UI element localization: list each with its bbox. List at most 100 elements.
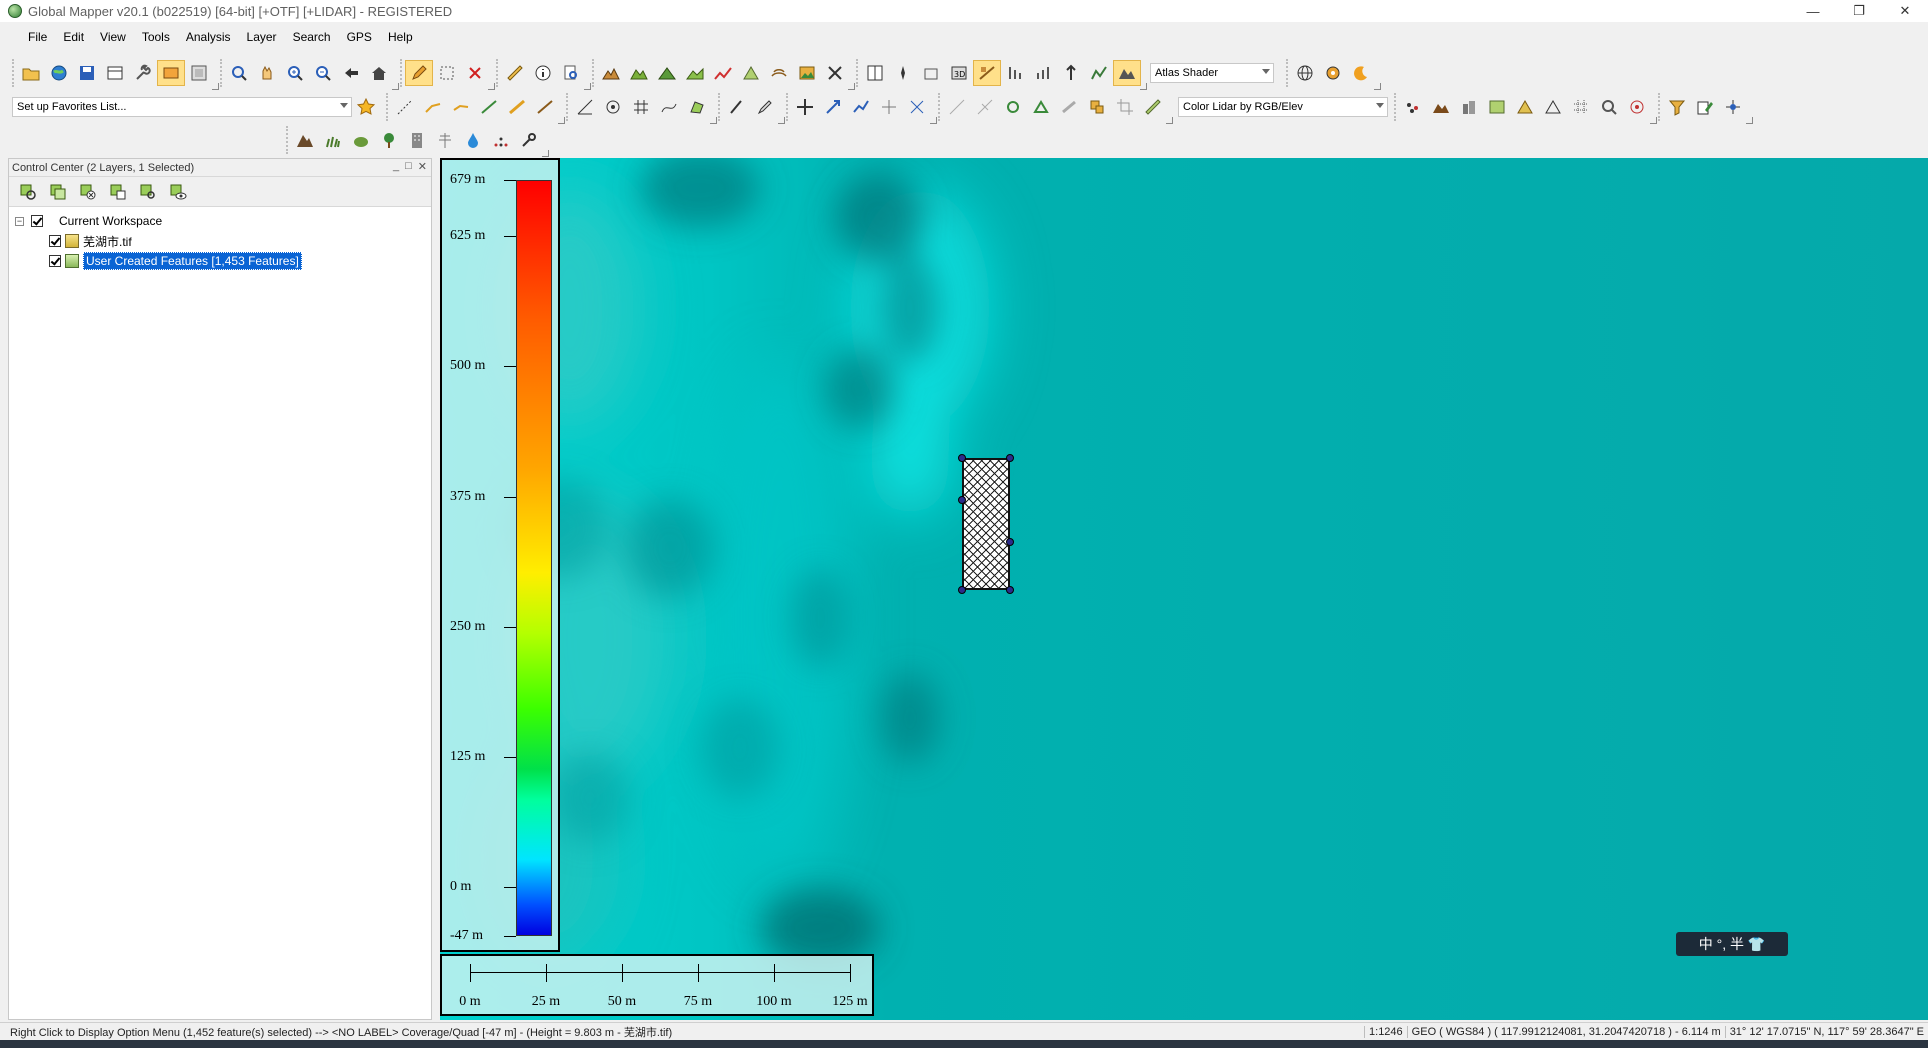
elevation-down-icon[interactable] [1029, 60, 1057, 86]
terrain-icon-4[interactable] [681, 60, 709, 86]
feature-tool-1-icon[interactable] [943, 94, 971, 120]
terrain-icon-3[interactable] [653, 60, 681, 86]
workspace-icon[interactable] [101, 60, 129, 86]
vertex-handle[interactable] [958, 454, 966, 462]
line-tool-2-icon[interactable] [419, 94, 447, 120]
shader-dropdown[interactable]: Atlas Shader [1150, 63, 1274, 83]
vertex-handle[interactable] [1006, 586, 1014, 594]
menu-analysis[interactable]: Analysis [178, 28, 239, 48]
layer-tif-checkbox[interactable] [49, 235, 61, 247]
pan-hand-icon[interactable] [253, 60, 281, 86]
bush-icon[interactable] [347, 127, 375, 153]
minimize-button[interactable]: — [1790, 0, 1836, 22]
line-tool-3-icon[interactable] [447, 94, 475, 120]
ruler-tool-icon[interactable] [1139, 94, 1167, 120]
layer-row-tif[interactable]: 芜湖市.tif [9, 231, 431, 251]
lidar-profile-icon[interactable] [1483, 94, 1511, 120]
raster-image-icon[interactable] [793, 60, 821, 86]
line-tool-6-icon[interactable] [531, 94, 559, 120]
compass-icon[interactable] [889, 60, 917, 86]
save-icon[interactable] [73, 60, 101, 86]
line-tool-5-icon[interactable] [503, 94, 531, 120]
layer-features-checkbox[interactable] [49, 255, 61, 267]
lidar-query-icon[interactable] [1623, 94, 1651, 120]
home-icon[interactable] [365, 60, 393, 86]
split-tool-icon[interactable] [903, 94, 931, 120]
brush-tool-icon[interactable] [723, 94, 751, 120]
vertex-handle[interactable] [958, 496, 966, 504]
lidar-classify-icon[interactable] [1511, 94, 1539, 120]
menu-search[interactable]: Search [285, 28, 339, 48]
search-doc-icon[interactable] [557, 60, 585, 86]
water-drop-icon[interactable] [459, 127, 487, 153]
map-view[interactable]: 679 m 625 m 500 m 375 m 250 m 125 m 0 m -47 m 0… [440, 158, 1928, 1020]
lidar-grid-icon[interactable] [1567, 94, 1595, 120]
vertical-scale-icon[interactable] [1057, 60, 1085, 86]
workspace-checkbox[interactable] [31, 215, 43, 227]
feature-tool-3-icon[interactable] [999, 94, 1027, 120]
globe-data-icon[interactable] [45, 60, 73, 86]
line-tool-4-icon[interactable] [475, 94, 503, 120]
terrain-icon-2[interactable] [625, 60, 653, 86]
vertex-handle[interactable] [958, 586, 966, 594]
lidar-triangle-icon[interactable] [1539, 94, 1567, 120]
vertex-handle[interactable] [1006, 454, 1014, 462]
menu-tools[interactable]: Tools [134, 28, 178, 48]
key-icon[interactable] [515, 127, 543, 153]
reshape-tool-icon[interactable] [847, 94, 875, 120]
building-icon[interactable] [403, 127, 431, 153]
area-tool-icon[interactable] [683, 94, 711, 120]
layout-icon[interactable] [861, 60, 889, 86]
angle-tool-icon[interactable] [571, 94, 599, 120]
points-cloud-icon[interactable] [487, 127, 515, 153]
zoom-select-icon[interactable] [225, 60, 253, 86]
path-profile-icon[interactable] [709, 60, 737, 86]
menu-gps[interactable]: GPS [339, 28, 380, 48]
remove-layer-icon[interactable] [73, 180, 103, 204]
measure-ruler-icon[interactable] [501, 60, 529, 86]
daylight-shade-icon[interactable] [1347, 60, 1375, 86]
restore-button[interactable]: ❐ [1836, 0, 1882, 22]
tree-icon[interactable] [375, 127, 403, 153]
feature-info-icon[interactable] [529, 60, 557, 86]
menu-help[interactable]: Help [380, 28, 421, 48]
powerline-icon[interactable] [431, 127, 459, 153]
lidar-filter-icon[interactable] [1085, 60, 1113, 86]
workspace-row[interactable]: − Current Workspace [9, 211, 431, 231]
collapse-icon[interactable]: − [15, 216, 24, 226]
favorites-star-icon[interactable] [352, 94, 380, 120]
zoom-to-layer-icon[interactable] [133, 180, 163, 204]
settings-gear-icon[interactable] [1319, 60, 1347, 86]
filter-funnel-icon[interactable] [1663, 94, 1691, 120]
edit-attributes-icon[interactable] [1691, 94, 1719, 120]
menu-file[interactable]: File [20, 28, 55, 48]
feature-tool-5-icon[interactable] [1055, 94, 1083, 120]
layer-metadata-icon[interactable] [103, 180, 133, 204]
view-shed-icon[interactable] [737, 60, 765, 86]
hillshade-icon[interactable] [1113, 60, 1141, 86]
edit-tool-icon[interactable] [751, 94, 779, 120]
back-arrow-icon[interactable] [337, 60, 365, 86]
feature-tool-4-icon[interactable] [1027, 94, 1055, 120]
vertex-move-icon[interactable] [875, 94, 903, 120]
favorites-dropdown[interactable]: Set up Favorites List... [12, 97, 352, 117]
move-tool-icon[interactable] [791, 94, 819, 120]
layer-options-icon[interactable] [13, 180, 43, 204]
grid-tool-icon[interactable] [627, 94, 655, 120]
menu-layer[interactable]: Layer [239, 28, 285, 48]
grass-icon[interactable] [319, 127, 347, 153]
menu-view[interactable]: View [92, 28, 134, 48]
lidar-color-dropdown[interactable]: Color Lidar by RGB/Elev [1178, 97, 1388, 117]
network-tool-icon[interactable] [1719, 94, 1747, 120]
crop-tool-icon[interactable] [1111, 94, 1139, 120]
tool-cross-icon[interactable] [821, 60, 849, 86]
overlay-control-icon[interactable] [157, 60, 185, 86]
open-folder-icon[interactable] [17, 60, 45, 86]
zoom-in-icon[interactable] [281, 60, 309, 86]
map-layout-icon[interactable] [185, 60, 213, 86]
lidar-buildings-icon[interactable] [1455, 94, 1483, 120]
digitizer-pencil-icon[interactable] [405, 60, 433, 86]
elevation-up-icon[interactable] [1001, 60, 1029, 86]
panel-close-button[interactable]: ✕ [418, 160, 427, 173]
add-layer-icon[interactable] [43, 180, 73, 204]
